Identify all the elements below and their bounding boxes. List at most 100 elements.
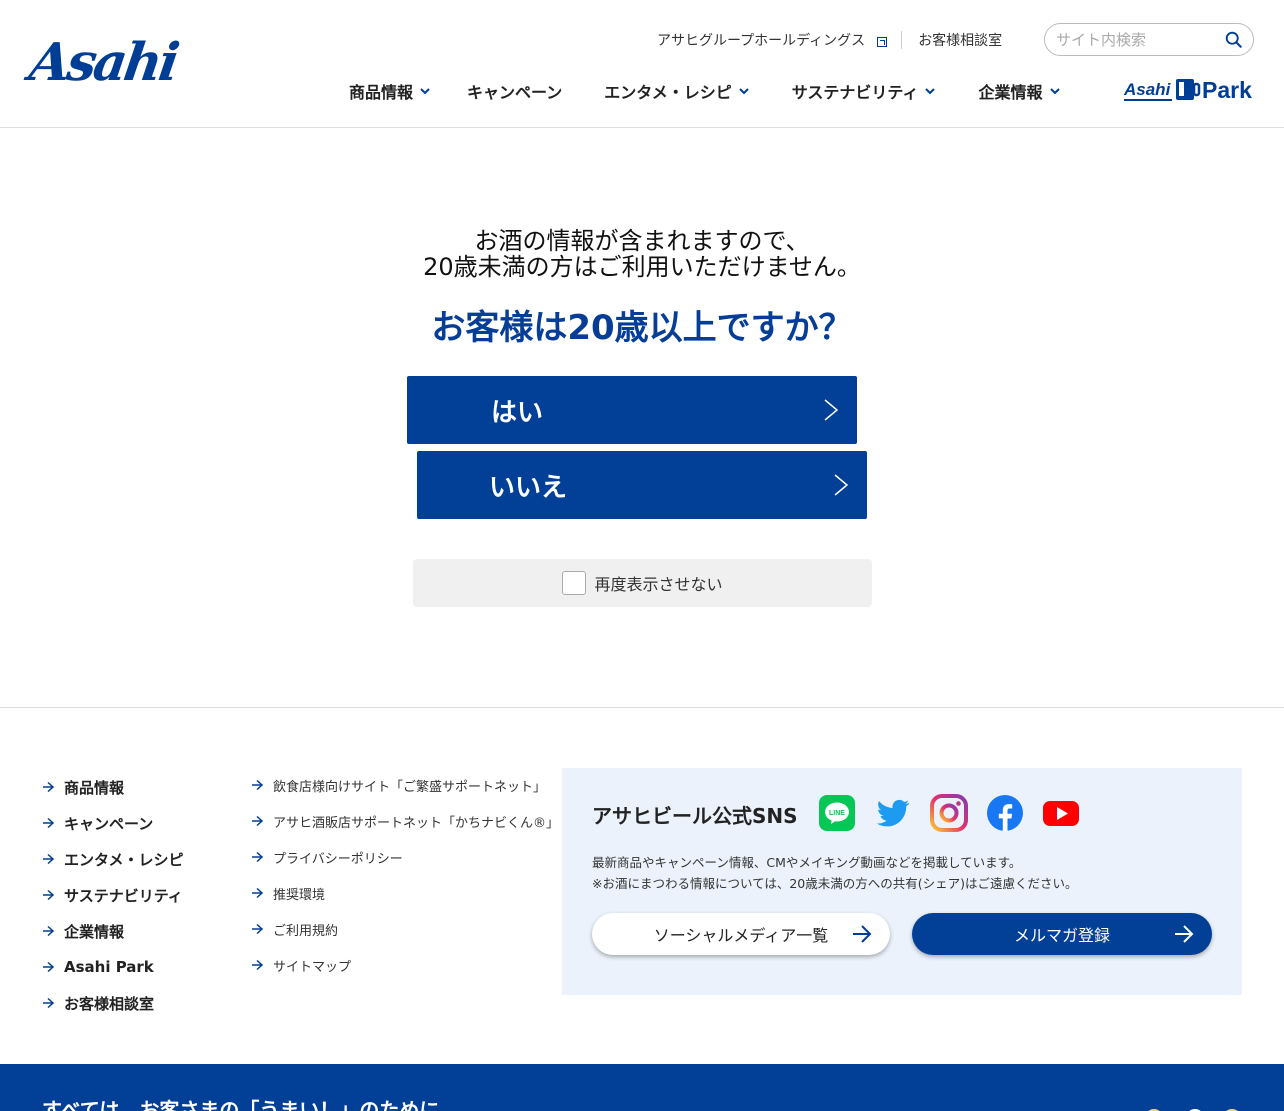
chevron-right-icon xyxy=(834,474,849,496)
no-button-label: いいえ xyxy=(489,472,568,503)
sns-panel: アサヒビール公式SNS LINE 最新商品やキャンペーン情報、CMやメイキング動… xyxy=(562,768,1242,995)
arrow-right-icon xyxy=(252,923,263,935)
arrow-right-icon xyxy=(43,961,54,973)
footer-link-sitemap[interactable]: サイトマップ xyxy=(251,947,559,983)
search-input[interactable] xyxy=(1056,24,1221,55)
yes-button-label: はい xyxy=(491,397,544,428)
group-holdings-link-label: アサヒグループホールディングス xyxy=(657,33,866,49)
footer-link-sustainability[interactable]: サステナビリティ xyxy=(42,877,184,913)
dont-show-again-option[interactable]: 再度表示させない xyxy=(413,559,872,607)
external-link-icon xyxy=(877,37,888,47)
newsletter-signup-button[interactable]: メルマガ登録 xyxy=(912,913,1212,955)
arrow-right-icon xyxy=(43,889,54,901)
footer-link-privacy-policy[interactable]: プライバシーポリシー xyxy=(251,839,559,875)
footer-link-label: サステナビリティ xyxy=(64,886,183,905)
sns-description: 最新商品やキャンペーン情報、CMやメイキング動画などを掲載しています。 ※お酒に… xyxy=(592,852,1078,894)
nav-item-corporate[interactable]: 企業情報 xyxy=(978,79,1060,103)
nav-item-products[interactable]: 商品情報 xyxy=(349,79,431,103)
newsletter-signup-button-label: メルマガ登録 xyxy=(1013,926,1110,945)
search-icon[interactable] xyxy=(1225,31,1242,48)
site-header: Asahi アサヒグループホールディングス お客様相談室 商品情報 キャンペーン… xyxy=(0,0,1284,128)
footer-link-label: 飲食店様向けサイト「ご繁盛サポートネット」 xyxy=(273,779,547,795)
chevron-down-icon xyxy=(925,88,936,95)
footer-link-recommended-env[interactable]: 推奨環境 xyxy=(251,875,559,911)
site-search xyxy=(1044,23,1254,56)
svg-text:LINE: LINE xyxy=(829,810,845,817)
svg-text:Park: Park xyxy=(1202,77,1252,103)
nav-item-label: キャンペーン xyxy=(467,83,563,102)
social-media-list-button-label: ソーシャルメディア一覧 xyxy=(653,926,829,945)
age-gate-message: お酒の情報が含まれますので、 20歳未満の方はご利用いただけません。 xyxy=(0,228,1284,280)
yes-button[interactable]: はい xyxy=(407,376,857,444)
footer-link-customer-consult[interactable]: お客様相談室 xyxy=(42,985,184,1021)
footer-link-asahi-park[interactable]: Asahi Park xyxy=(42,949,184,985)
footer-link-label: キャンペーン xyxy=(64,814,154,833)
nav-item-label: サステナビリティ xyxy=(791,83,919,102)
dont-show-again-checkbox[interactable] xyxy=(562,571,587,595)
arrow-right-icon xyxy=(252,959,263,971)
age-gate-message-line2: 20歳未満の方はご利用いただけません。 xyxy=(423,253,861,281)
social-media-list-button[interactable]: ソーシャルメディア一覧 xyxy=(592,913,890,955)
arrow-right-icon xyxy=(252,851,263,863)
twitter-icon[interactable] xyxy=(874,794,912,832)
footer-link-label: サイトマップ xyxy=(273,959,352,975)
footer-link-label: 企業情報 xyxy=(64,922,125,941)
sns-description-line2: ※お酒にまつわる情報については、20歳未満の方への共有(シェア)はご遠慮ください… xyxy=(592,876,1078,891)
footer-link-label: Asahi Park xyxy=(64,958,154,976)
chevron-down-icon xyxy=(739,88,749,95)
arrow-right-icon xyxy=(43,781,54,793)
footer-main-links: 商品情報 キャンペーン エンタメ・レシピ サステナビリティ 企業情報 Asahi… xyxy=(42,769,184,1021)
asahi-logo[interactable]: Asahi xyxy=(26,32,180,93)
footer-link-entertainment-recipe[interactable]: エンタメ・レシピ xyxy=(42,841,184,877)
utility-links: アサヒグループホールディングス お客様相談室 xyxy=(657,30,1002,50)
footer-link-label: 商品情報 xyxy=(64,778,125,797)
nav-item-campaign[interactable]: キャンペーン xyxy=(467,79,562,103)
footer-link-products[interactable]: 商品情報 xyxy=(42,769,184,805)
nav-item-label: 企業情報 xyxy=(978,83,1043,102)
footer-link-campaign[interactable]: キャンペーン xyxy=(42,805,184,841)
asahi-park-logo[interactable]: Asahi Park xyxy=(1124,75,1254,103)
arrow-right-icon xyxy=(43,997,54,1009)
dont-show-again-label: 再度表示させない xyxy=(594,575,723,594)
mascot-illustration xyxy=(1148,1109,1238,1111)
arrow-right-icon xyxy=(43,817,54,829)
footer-link-retailer-support[interactable]: アサヒ酒販店サポートネット「かちナビくん®」 xyxy=(251,803,559,839)
footer-link-label: お客様相談室 xyxy=(64,994,155,1013)
link-separator xyxy=(901,31,903,49)
arrow-right-icon xyxy=(43,925,54,937)
nav-item-entertainment-recipe[interactable]: エンタメ・レシピ xyxy=(604,79,750,103)
arrow-right-icon xyxy=(252,779,263,791)
footer-sub-links: 飲食店様向けサイト「ご繁盛サポートネット」 アサヒ酒販店サポートネット「かちナビ… xyxy=(251,767,559,983)
nav-item-sustainability[interactable]: サステナビリティ xyxy=(792,79,937,103)
svg-text:Asahi: Asahi xyxy=(1124,80,1172,99)
customer-consult-link[interactable]: お客様相談室 xyxy=(918,30,1002,50)
facebook-icon[interactable] xyxy=(986,794,1024,832)
arrow-right-icon xyxy=(252,815,263,827)
brand-tagline: すべては、お客さまの「うまい！」のために xyxy=(42,1098,440,1111)
arrow-right-icon xyxy=(853,925,872,943)
group-holdings-link[interactable]: アサヒグループホールディングス xyxy=(657,30,888,50)
footer-link-corporate[interactable]: 企業情報 xyxy=(42,913,184,949)
footer-link-label: プライバシーポリシー xyxy=(273,851,403,867)
arrow-right-icon xyxy=(1175,925,1194,943)
sns-icon-row: LINE xyxy=(818,794,1098,832)
footer-link-label: アサヒ酒販店サポートネット「かちナビくん®」 xyxy=(273,815,560,831)
footer-link-label: 推奨環境 xyxy=(273,887,326,903)
footer-link-label: ご利用規約 xyxy=(273,923,339,939)
sns-title: アサヒビール公式SNS xyxy=(592,804,798,828)
youtube-icon[interactable] xyxy=(1042,794,1080,832)
instagram-icon[interactable] xyxy=(930,794,968,832)
chevron-down-icon xyxy=(420,88,430,95)
footer-link-restaurant-support[interactable]: 飲食店様向けサイト「ご繁盛サポートネット」 xyxy=(251,767,559,803)
section-divider xyxy=(0,707,1284,708)
arrow-right-icon xyxy=(252,887,263,899)
nav-item-label: エンタメ・レシピ xyxy=(604,83,732,102)
arrow-right-icon xyxy=(43,853,54,865)
line-icon[interactable]: LINE xyxy=(818,794,856,832)
no-button[interactable]: いいえ xyxy=(417,451,867,519)
chevron-right-icon xyxy=(824,399,839,421)
age-gate-message-line1: お酒の情報が含まれますので、 xyxy=(474,227,810,255)
main-nav: 商品情報 キャンペーン エンタメ・レシピ サステナビリティ 企業情報 xyxy=(349,79,1061,103)
footer-link-label: エンタメ・レシピ xyxy=(64,850,184,869)
footer-link-terms[interactable]: ご利用規約 xyxy=(251,911,559,947)
